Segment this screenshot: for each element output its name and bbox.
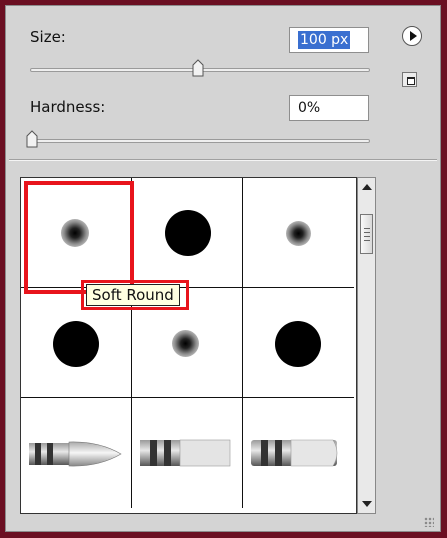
preset-flat-bristle[interactable] <box>132 398 243 508</box>
size-label: Size: <box>30 28 66 46</box>
hardness-input[interactable]: 0% <box>289 95 369 121</box>
selection-highlight <box>24 181 134 294</box>
round-brush-icon <box>29 441 122 467</box>
preset-flat-bristle[interactable] <box>243 398 354 508</box>
hard-round-brush-icon <box>275 321 321 367</box>
hardness-slider-thumb[interactable] <box>26 130 38 148</box>
hardness-value: 0% <box>298 100 321 116</box>
preset-hard-round[interactable] <box>243 288 354 398</box>
preset-soft-round[interactable] <box>243 178 354 288</box>
size-value: 100 px <box>298 31 351 49</box>
preset-round-bristle[interactable] <box>21 398 132 508</box>
flyout-menu-icon[interactable] <box>402 26 422 46</box>
scroll-up-icon[interactable] <box>362 184 372 190</box>
divider <box>9 159 437 161</box>
brush-preset-picker: Size: 100 px Hardness: 0% Soft Round <box>5 5 441 532</box>
preset-hard-round[interactable] <box>132 178 243 288</box>
soft-round-brush-icon <box>286 221 311 246</box>
size-slider-thumb[interactable] <box>192 59 204 77</box>
flat-brush-icon <box>251 439 338 467</box>
hard-round-brush-icon <box>165 210 211 256</box>
size-input[interactable]: 100 px <box>289 27 369 53</box>
resize-grip-icon[interactable] <box>424 517 434 527</box>
brush-tooltip: Soft Round <box>86 284 180 306</box>
hard-round-brush-icon <box>53 321 99 367</box>
soft-round-brush-icon <box>172 330 199 357</box>
scroll-down-icon[interactable] <box>362 501 372 507</box>
hardness-slider[interactable] <box>30 139 370 143</box>
hardness-label: Hardness: <box>30 98 106 116</box>
scroll-thumb[interactable] <box>360 214 373 254</box>
flat-brush-icon <box>140 439 231 467</box>
new-preset-icon[interactable] <box>402 72 417 87</box>
preset-scrollbar[interactable] <box>357 177 376 514</box>
